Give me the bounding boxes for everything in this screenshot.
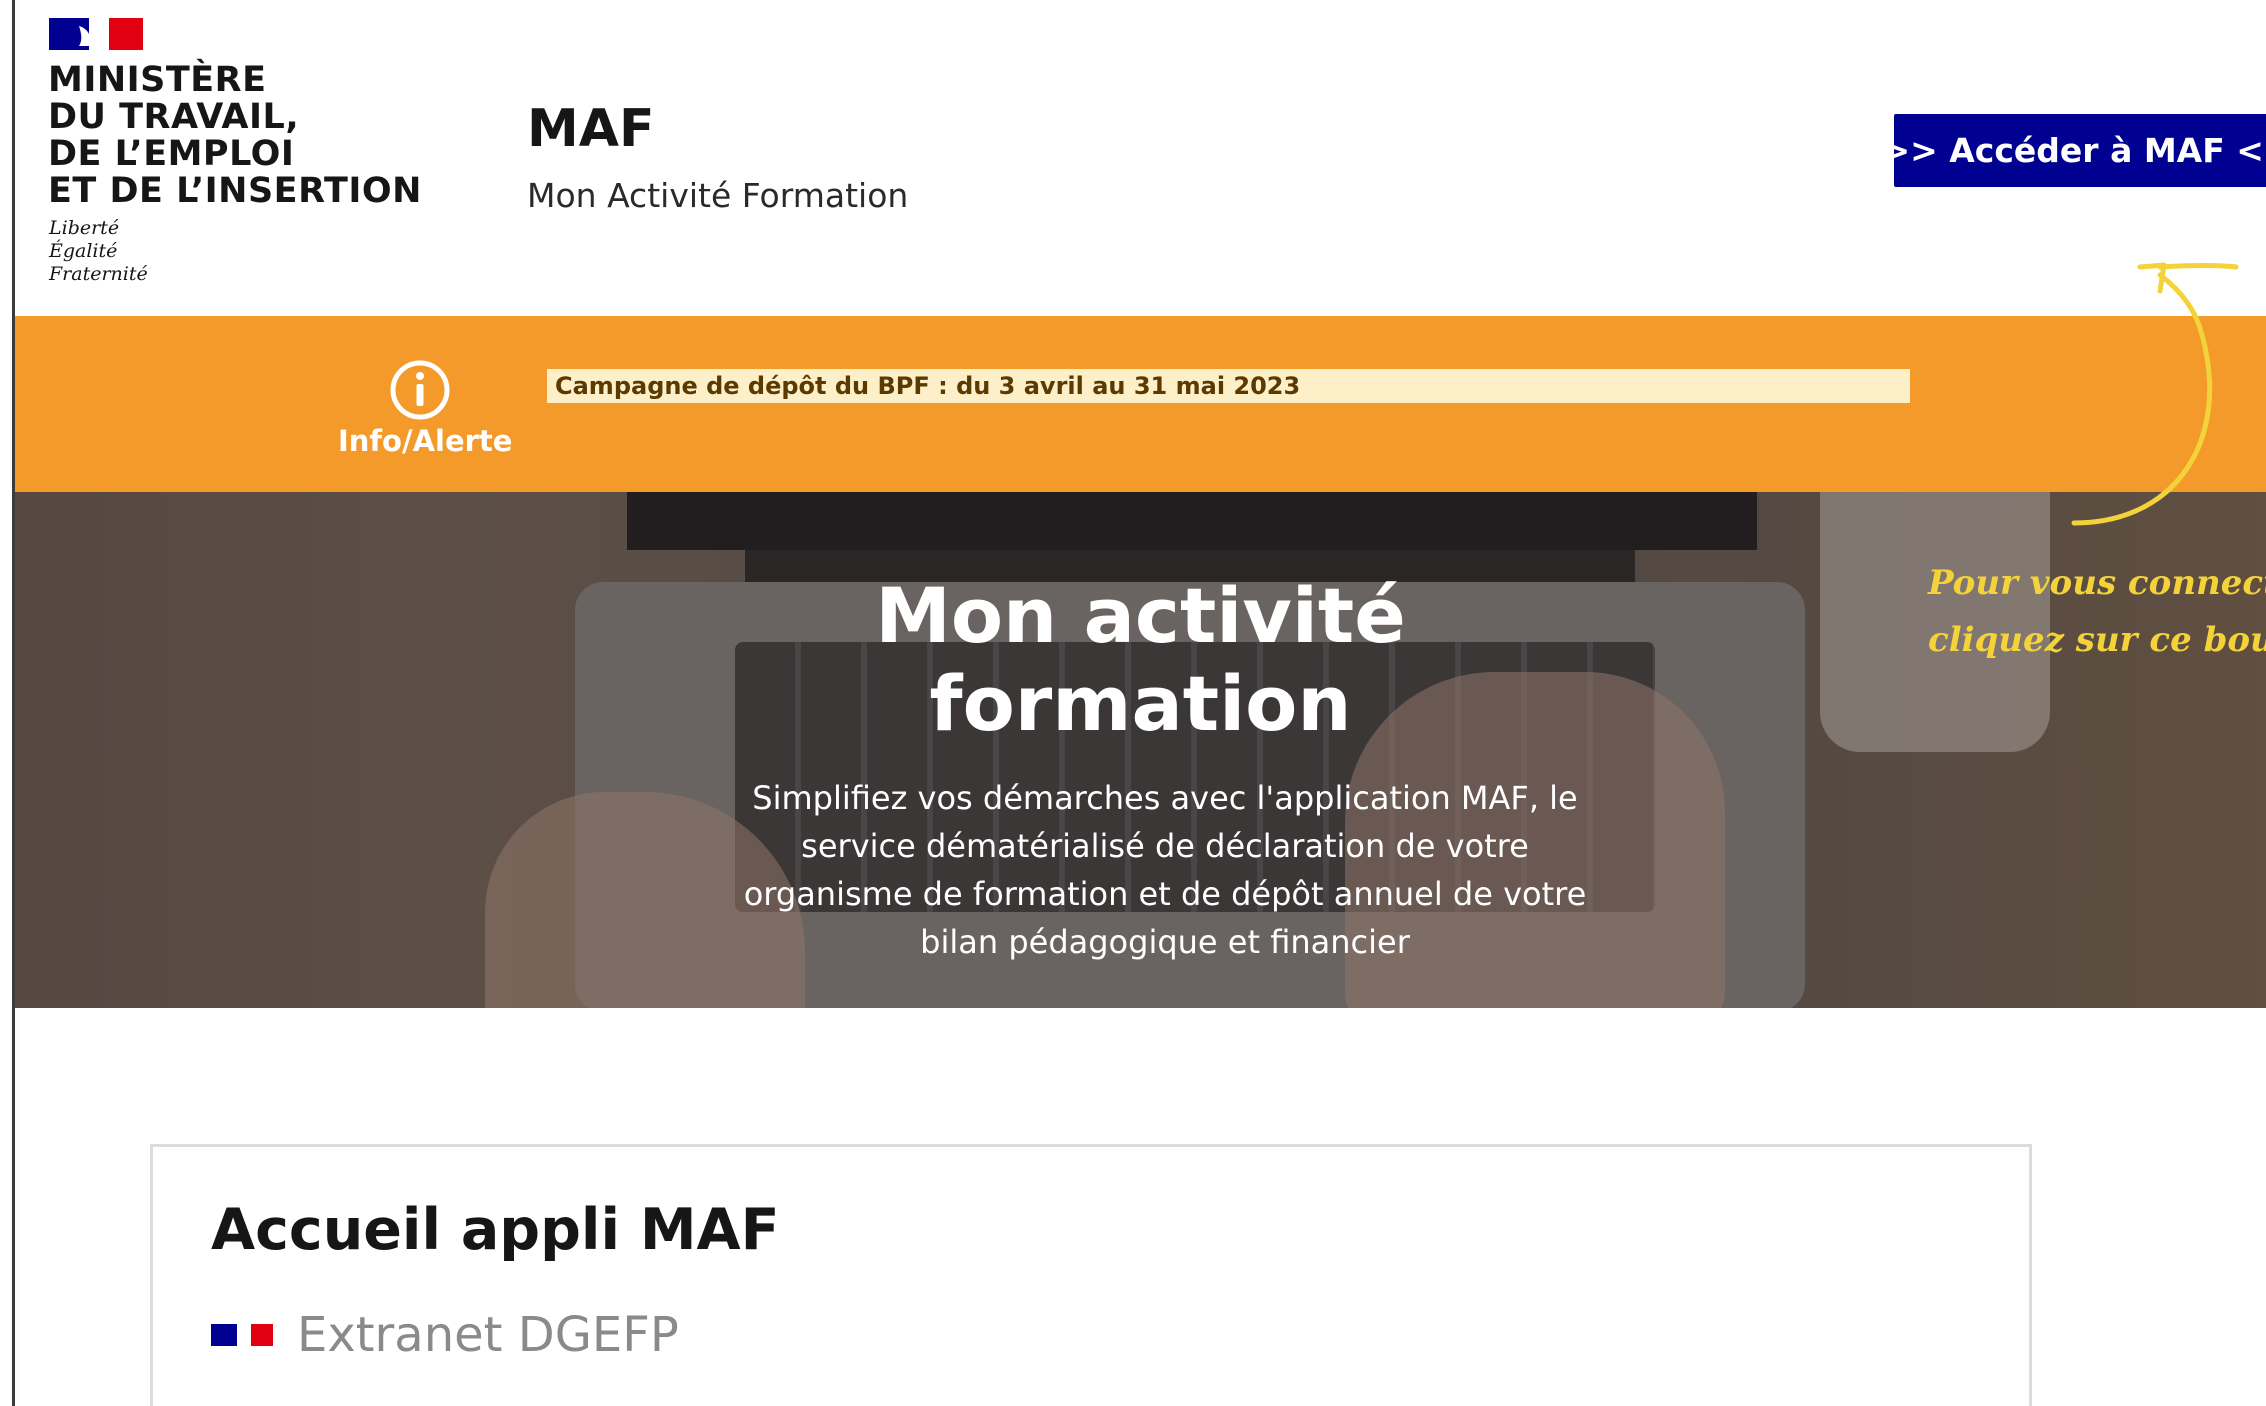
- alert-message: Campagne de dépôt du BPF : du 3 avril au…: [547, 369, 1910, 403]
- info-alert-banner: Info/Alerte Campagne de dépôt du BPF : d…: [15, 316, 2266, 492]
- ministry-line: DU TRAVAIL,: [48, 97, 300, 137]
- extranet-label: Extranet DGEFP: [297, 1307, 679, 1363]
- marianne-logo-icon: [49, 18, 143, 50]
- site-title[interactable]: MAF: [527, 99, 655, 159]
- motto-line: Égalité: [49, 240, 118, 262]
- access-maf-button[interactable]: >> Accéder à MAF <<: [1882, 114, 2266, 187]
- login-hint-line: cliquez sur ce bouton: [1928, 620, 2266, 660]
- maf-home-card: Accueil appli MAF Extranet DGEFP: [150, 1144, 2032, 1406]
- ministry-line: ET DE L’INSERTION: [48, 171, 422, 211]
- info-icon: [390, 360, 450, 420]
- republic-motto: Liberté Égalité Fraternité: [49, 217, 148, 286]
- ministry-line: MINISTÈRE: [48, 60, 267, 100]
- motto-line: Liberté: [49, 217, 120, 239]
- hero-description: Simplifiez vos démarches avec l'applicat…: [743, 779, 1587, 961]
- hero-title-line: formation: [929, 659, 1352, 748]
- card-title: Accueil appli MAF: [211, 1197, 780, 1263]
- site-header: MINISTÈRE DU TRAVAIL, DE L’EMPLOI ET DE …: [15, 0, 2266, 316]
- login-hint-note: Pour vous connecter cliquez sur ce bouto…: [1928, 555, 2266, 669]
- alert-label: Info/Alerte: [338, 424, 513, 458]
- french-flag-icon: [211, 1324, 273, 1346]
- motto-line: Fraternité: [49, 263, 148, 285]
- extranet-link[interactable]: Extranet DGEFP: [211, 1307, 679, 1363]
- login-hint-line: Pour vous connecter: [1928, 563, 2266, 603]
- ministry-line: DE L’EMPLOI: [48, 134, 295, 174]
- site-tagline: Mon Activité Formation: [527, 176, 909, 215]
- curved-arrow-icon: [2071, 262, 2239, 526]
- ministry-name: MINISTÈRE DU TRAVAIL, DE L’EMPLOI ET DE …: [48, 62, 422, 210]
